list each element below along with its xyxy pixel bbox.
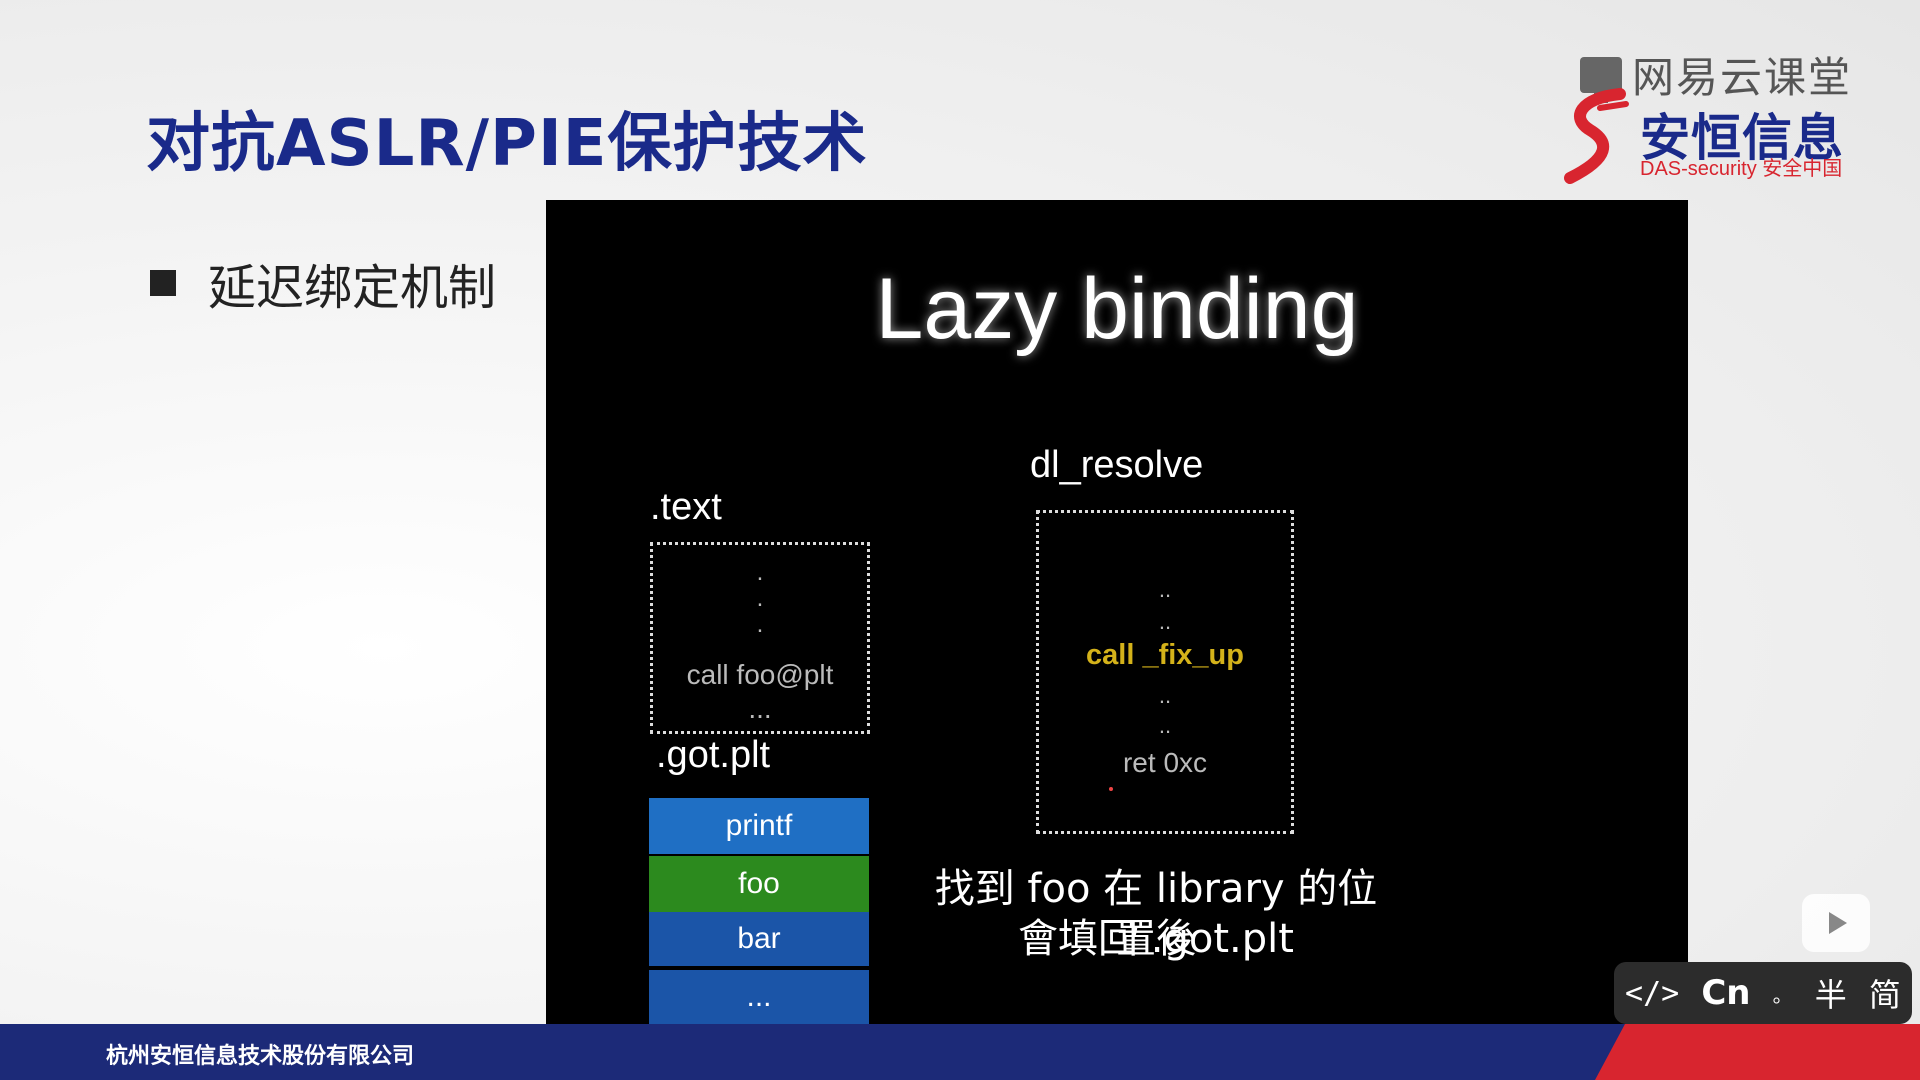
logo-top-text: 网易云课堂 [1632,53,1853,102]
logo-mark-icon [1564,88,1629,184]
play-icon [1829,912,1847,934]
bullet-item: 延迟绑定机制 [150,248,496,318]
text-section-label: .text [650,486,722,528]
player-toolbar: </> Cn 。 半 简 [1614,962,1912,1024]
half-width-button[interactable]: 半 [1815,970,1847,1016]
code-toggle-button[interactable]: </> [1625,976,1679,1011]
text-dot-1: . [756,559,764,586]
cursor-dot [1109,787,1113,791]
gotplt-row-printf: printf [649,798,869,854]
gotplt-row-foo: foo [649,856,869,912]
text-call-foo: call foo@plt [686,659,834,690]
bullet-text: 延迟绑定机制 [208,260,497,316]
bullet-square-icon [150,270,176,296]
resolve-dots-4: .. [1158,713,1172,738]
lazy-binding-diagram: Lazy binding .text . . . call foo@plt ..… [546,200,1688,1024]
resolve-dots-1: .. [1158,577,1172,602]
resolve-dots-3: .. [1158,683,1172,708]
note-line-2: 會填回 .got.plt [1018,916,1294,962]
brand-logo: 网易云课堂 安恒信息 DAS-security 安全中国 [1560,44,1890,184]
diagram-title: Lazy binding [875,261,1359,357]
play-button[interactable] [1802,894,1870,952]
gotplt-row-bar: bar [649,912,869,966]
gotplt-row-more: ... [649,970,869,1024]
gotplt-label: .got.plt [656,734,771,776]
text-section-box: . . . call foo@plt ... [650,542,870,734]
footer-red-accent [1595,1024,1920,1080]
resolve-call-fixup: call _fix_up [1086,639,1244,671]
logo-sub-text: DAS-security 安全中国 [1640,158,1843,180]
slide-title: 对抗ASLR/PIE保护技术 [146,107,868,181]
footer-company: 杭州安恒信息技术股份有限公司 [106,1044,415,1069]
resolve-dots-2: .. [1158,609,1172,634]
text-dot-3: . [756,611,764,638]
resolve-ret: ret 0xc [1122,747,1208,778]
dl-resolve-label: dl_resolve [1030,444,1204,486]
dl-resolve-box: .. .. call _fix_up .. .. ret 0xc [1036,510,1294,834]
text-ellipsis: ... [748,693,772,724]
simplified-button[interactable]: 简 [1869,970,1901,1016]
punctuation-button[interactable]: 。 [1773,979,1793,1008]
text-dot-2: . [756,585,764,612]
language-button[interactable]: Cn [1701,973,1750,1013]
